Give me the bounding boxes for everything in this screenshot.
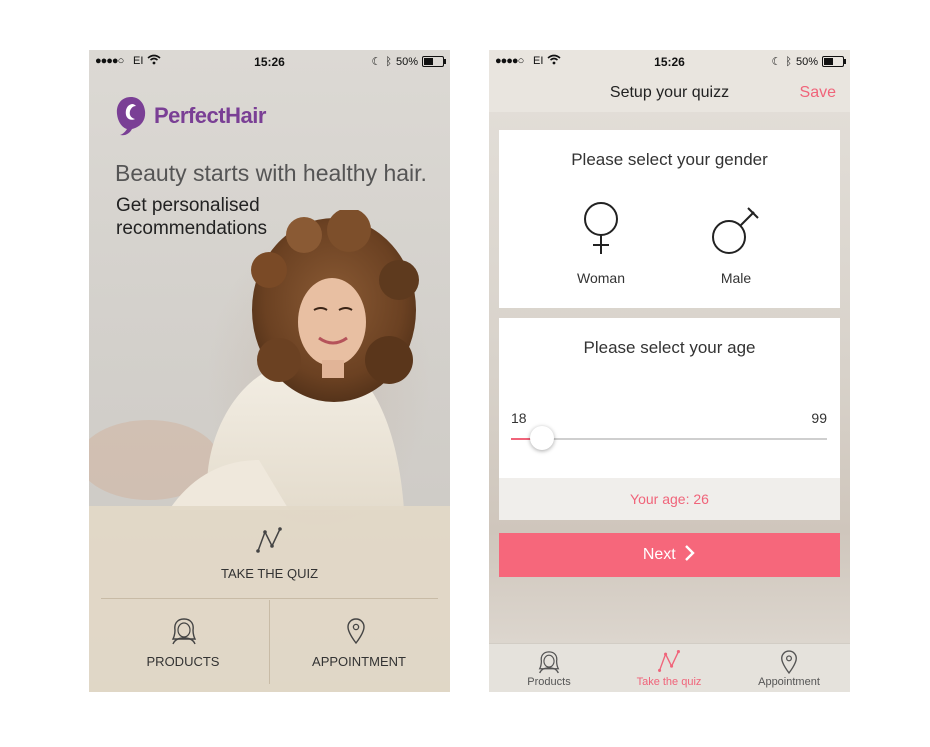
age-result: Your age: 26 [499, 478, 840, 520]
age-min-label: 18 [511, 410, 527, 426]
male-symbol-icon [712, 207, 759, 254]
age-max-label: 99 [811, 410, 827, 426]
tab-take-the-quiz-label: Take the quiz [636, 676, 702, 688]
tagline: Beauty starts with healthy hair. [115, 160, 427, 186]
status-right: ☾ ᛒ 50% [371, 55, 446, 68]
status-bar: ●●●●○ EI 15:26 ☾ ᛒ 50% [89, 50, 450, 72]
next-button[interactable]: Next [499, 533, 840, 577]
location-pin-icon [347, 618, 365, 645]
tab-appointment-label: Appointment [758, 676, 820, 688]
tab-take-the-quiz[interactable]: Take the quiz [609, 644, 729, 692]
hero-model-image [89, 210, 419, 510]
nav-bar: Setup your quizz Save [489, 72, 850, 112]
products-button[interactable]: PRODUCTS [93, 599, 273, 692]
logo-text: PerfectHair [154, 103, 266, 128]
tab-products[interactable]: Products [489, 644, 609, 692]
woman-label: Woman [577, 270, 625, 286]
battery-icon [822, 56, 846, 67]
gender-option-woman[interactable]: Woman [561, 198, 641, 298]
gender-option-male[interactable]: Male [696, 198, 776, 298]
age-slider[interactable] [511, 426, 827, 450]
woman-face-icon [538, 651, 560, 674]
quiz-line-icon [256, 527, 282, 553]
products-label: PRODUCTS [146, 654, 220, 669]
bluetooth-icon: ᛒ [785, 55, 792, 68]
battery-percent: 50% [795, 55, 818, 68]
page-title: Setup your quizz [609, 84, 730, 101]
take-quiz-button[interactable]: TAKE THE QUIZ [89, 506, 450, 598]
tab-products-label: Products [527, 676, 571, 688]
quiz-setup-screen: ●●●●○ EI 15:26 ☾ ᛒ 50% Setup your quizz … [489, 50, 850, 692]
next-button-label: Next [642, 546, 676, 563]
location-pin-icon [781, 650, 797, 675]
age-slider-thumb[interactable] [530, 426, 555, 450]
tab-bar: Products Take the quiz Appointment [489, 643, 850, 692]
gender-card: Please select your gender Woman Male [499, 130, 840, 308]
quiz-line-icon [658, 650, 680, 672]
appointment-label: APPOINTMENT [312, 654, 406, 669]
save-button[interactable]: Save [800, 84, 836, 102]
male-label: Male [720, 270, 752, 286]
battery-icon [422, 56, 446, 67]
take-quiz-label: TAKE THE QUIZ [220, 566, 319, 581]
home-screen: ●●●●○ EI 15:26 ☾ ᛒ 50% PerfectHair Beaut… [89, 50, 450, 692]
appointment-button[interactable]: APPOINTMENT [269, 599, 449, 692]
perfecthair-logo-icon [116, 97, 146, 136]
battery-percent: 50% [395, 55, 418, 68]
female-symbol-icon [584, 202, 618, 254]
age-card-title: Please select your age [583, 338, 756, 357]
woman-face-icon [171, 618, 197, 645]
moon-icon: ☾ [771, 56, 782, 68]
age-card: Please select your age 18 99 Your age: 2… [499, 318, 840, 520]
gender-card-title: Please select your gender [571, 150, 768, 169]
app-logo: PerfectHair [114, 95, 266, 137]
moon-icon: ☾ [371, 56, 382, 68]
status-bar: ●●●●○ EI 15:26 ☾ ᛒ 50% [489, 50, 850, 72]
bluetooth-icon: ᛒ [385, 55, 392, 68]
status-right: ☾ ᛒ 50% [771, 55, 846, 68]
tab-appointment[interactable]: Appointment [729, 644, 849, 692]
chevron-right-icon [684, 536, 696, 580]
home-menu-panel: TAKE THE QUIZ PRODUCTS APPOINTMENT [89, 506, 450, 692]
